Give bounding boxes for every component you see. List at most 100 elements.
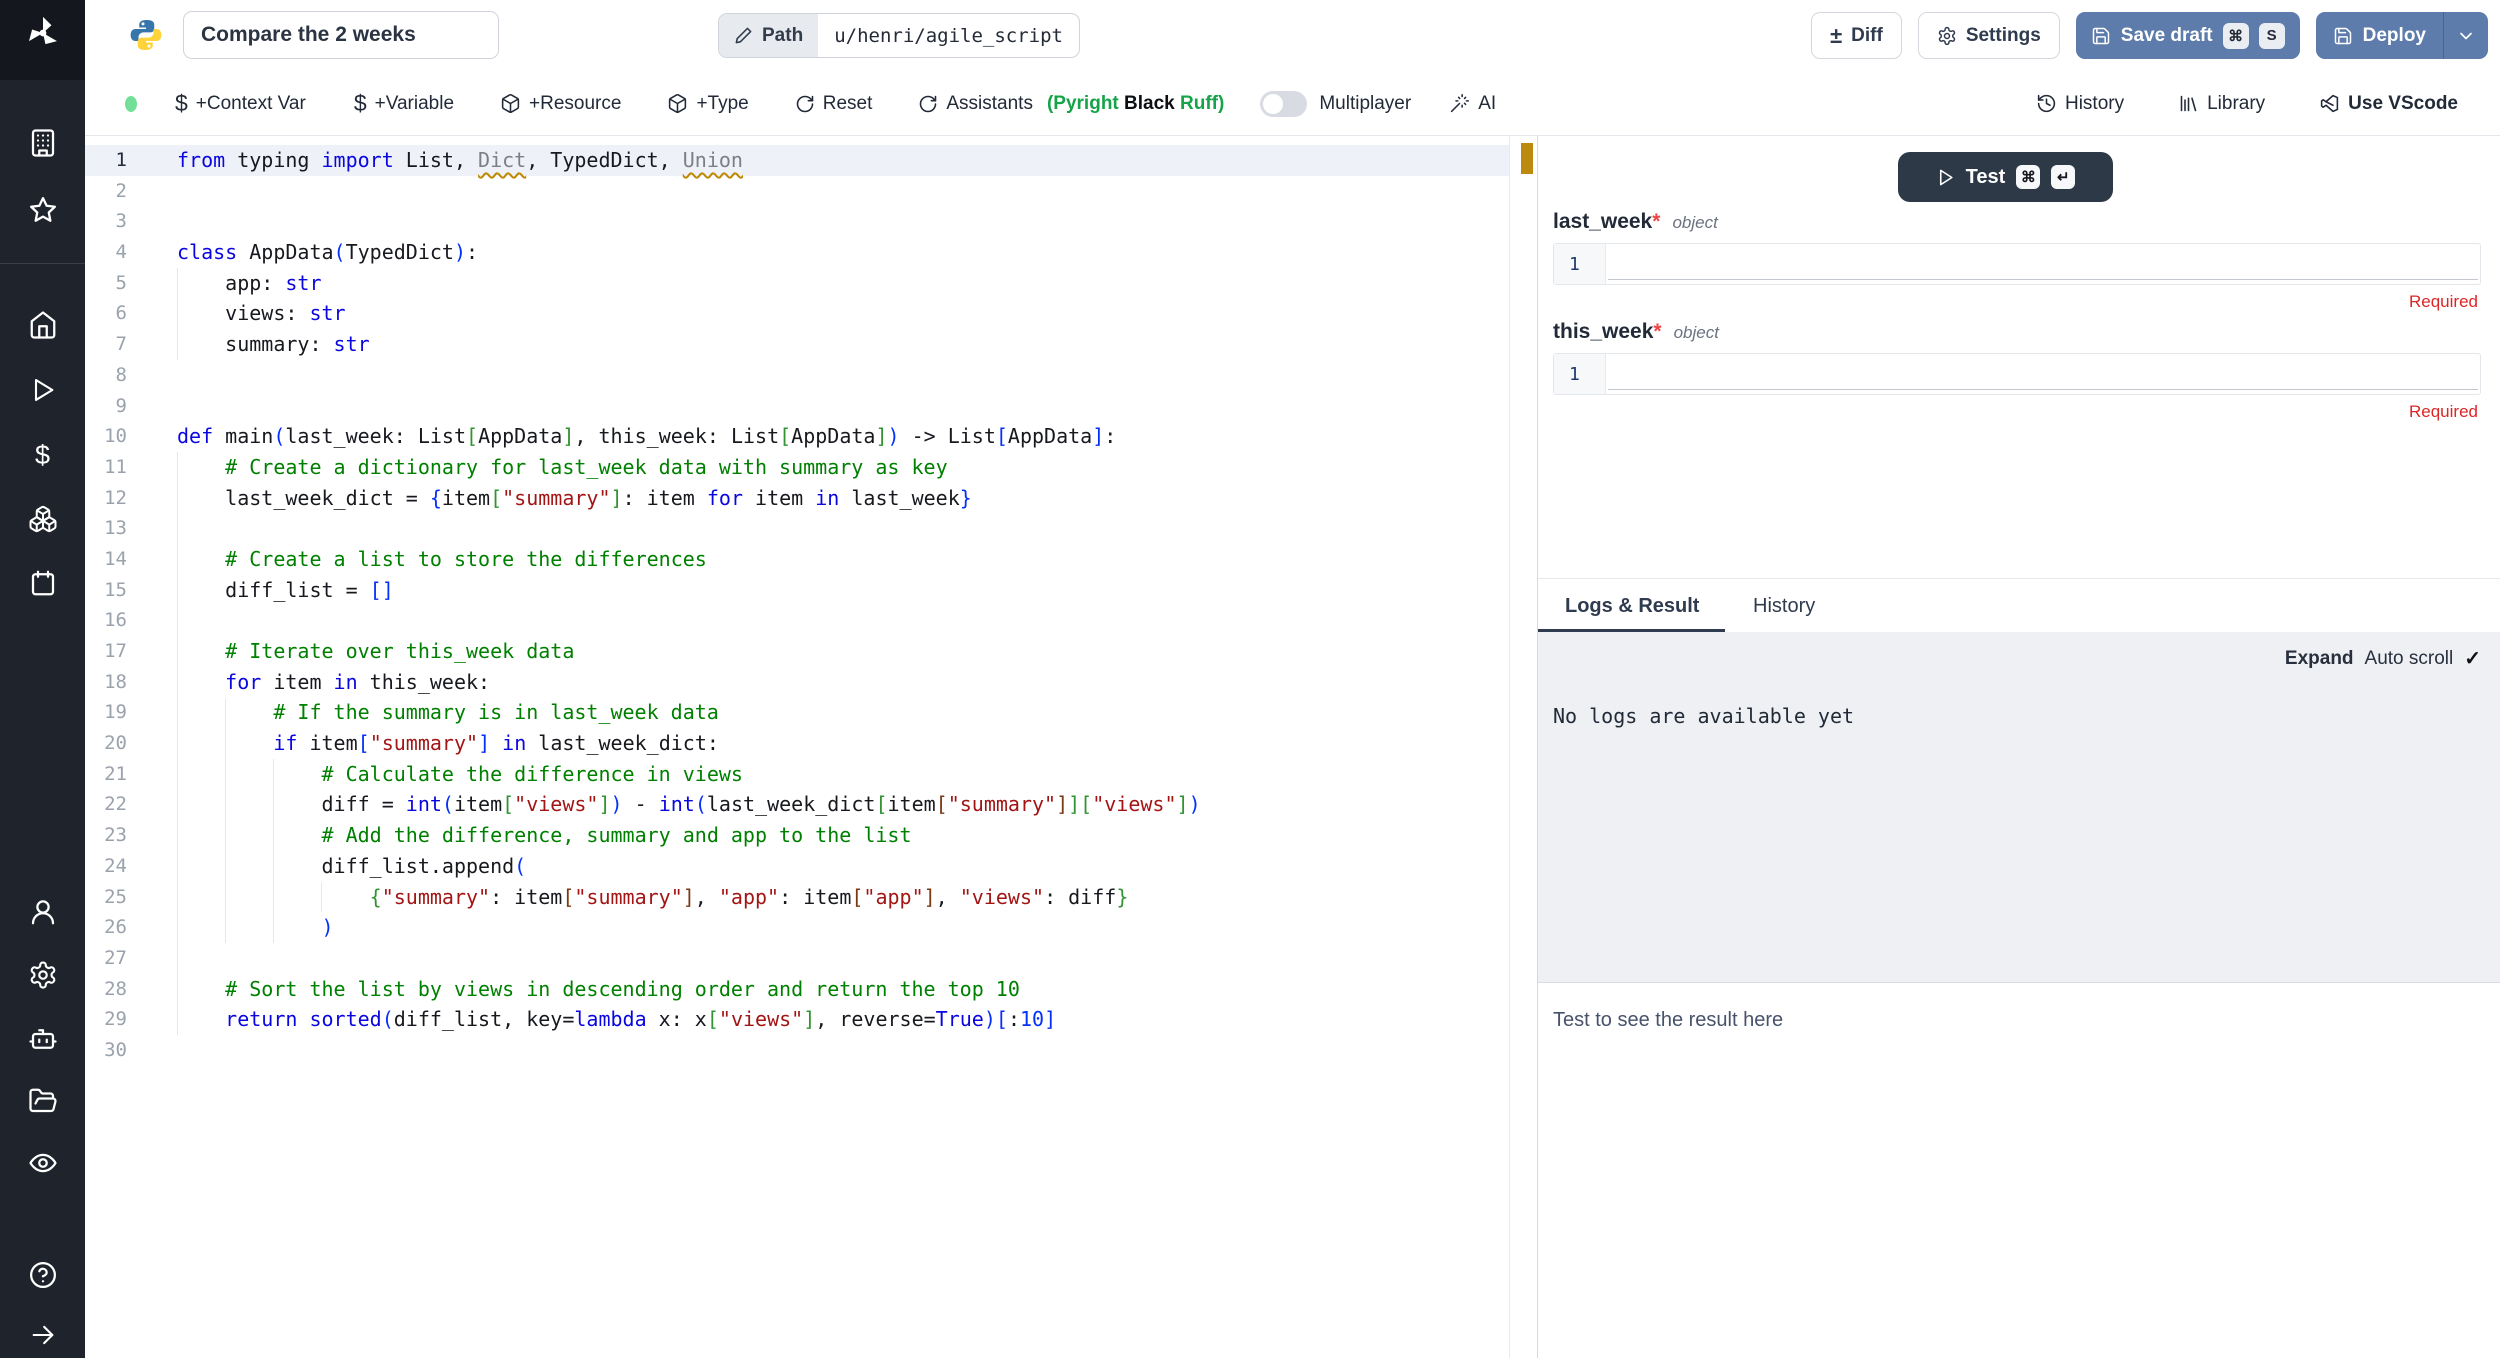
schedules-calendar-icon[interactable] [0, 563, 85, 603]
windmill-logo-icon[interactable] [0, 13, 85, 53]
code-editor[interactable]: 1234567891011121314151617181920212223242… [85, 136, 1535, 1358]
code-line[interactable]: # Add the difference, summary and app to… [177, 820, 1495, 851]
code-line[interactable]: summary: str [177, 329, 1495, 360]
deploy-save-icon [2333, 26, 2353, 46]
reset-button[interactable]: Reset [795, 93, 873, 115]
line-number: 19 [85, 697, 127, 728]
code-line[interactable]: diff_list.append( [177, 851, 1495, 882]
test-button[interactable]: Test ⌘ ↵ [1898, 152, 2113, 202]
variables-dollar-icon[interactable]: $ [0, 435, 85, 475]
code-line[interactable] [177, 360, 1495, 391]
field-label-last-week: last_week*object [1553, 210, 1718, 234]
input-edit-area[interactable] [1606, 244, 2480, 284]
code-line[interactable]: # Create a dictionary for last_week data… [177, 452, 1495, 483]
favorites-star-icon[interactable] [0, 190, 85, 230]
this-week-json-input[interactable]: 1 [1553, 353, 2481, 395]
required-message: Required [2409, 292, 2478, 312]
code-line[interactable]: # Create a list to store the differences [177, 544, 1495, 575]
vscode-icon [2319, 93, 2340, 114]
workspace-building-icon[interactable] [0, 123, 85, 163]
code-line[interactable] [177, 605, 1495, 636]
code-line[interactable]: diff = int(item["views"]) - int(last_wee… [177, 789, 1495, 820]
add-variable-button[interactable]: $ +Variable [354, 90, 454, 117]
history-button[interactable]: History [2036, 93, 2124, 115]
line-number: 2 [85, 176, 127, 207]
home-icon[interactable] [0, 305, 85, 345]
code-line[interactable]: views: str [177, 298, 1495, 329]
code-line[interactable]: app: str [177, 268, 1495, 299]
field-label-this-week: this_week*object [1553, 320, 1719, 344]
code-line[interactable]: diff_list = [] [177, 575, 1495, 606]
code-line[interactable]: # If the summary is in last_week data [177, 697, 1495, 728]
library-button[interactable]: Library [2178, 93, 2265, 115]
workers-bot-icon[interactable] [0, 1019, 85, 1059]
audit-eye-icon[interactable] [0, 1143, 85, 1183]
deploy-button[interactable]: Deploy [2316, 12, 2443, 59]
multiplayer-label: Multiplayer [1319, 93, 1411, 115]
multiplayer-toggle[interactable] [1260, 91, 1307, 117]
input-line-number: 1 [1554, 244, 1606, 284]
folders-icon[interactable] [0, 1081, 85, 1121]
line-number: 29 [85, 1004, 127, 1035]
input-edit-area[interactable] [1606, 354, 2480, 394]
resources-boxes-icon[interactable] [0, 499, 85, 539]
auto-scroll-toggle[interactable]: Auto scroll [2365, 648, 2454, 670]
add-resource-button[interactable]: +Resource [500, 93, 621, 115]
collapse-arrow-right-icon[interactable] [0, 1315, 85, 1355]
package-icon [667, 93, 688, 114]
magic-wand-icon [1449, 93, 1470, 114]
diff-button[interactable]: ± Diff [1811, 12, 1902, 59]
code-line[interactable] [177, 176, 1495, 207]
sidebar-divider [0, 263, 85, 264]
code-line[interactable]: # Sort the list by views in descending o… [177, 974, 1495, 1005]
save-draft-button[interactable]: Save draft ⌘ S [2076, 12, 2300, 59]
runs-play-icon[interactable] [0, 370, 85, 410]
add-resource-label: +Resource [529, 93, 621, 115]
code-line[interactable]: from typing import List, Dict, TypedDict… [177, 145, 1495, 176]
path-field[interactable]: Path u/henri/agile_script [718, 13, 1080, 58]
settings-gear-icon[interactable] [0, 955, 85, 995]
expand-button[interactable]: Expand [2285, 648, 2354, 670]
line-number: 23 [85, 820, 127, 851]
code-line[interactable]: # Iterate over this_week data [177, 636, 1495, 667]
code-line[interactable]: def main(last_week: List[AppData], this_… [177, 421, 1495, 452]
tab-history[interactable]: History [1753, 579, 1815, 633]
required-asterisk: * [1652, 210, 1660, 233]
users-person-icon[interactable] [0, 892, 85, 932]
warning-overview-mark [1521, 143, 1533, 174]
code-line[interactable]: class AppData(TypedDict): [177, 237, 1495, 268]
code-line[interactable]: {"summary": item["summary"], "app": item… [177, 882, 1495, 913]
code-line[interactable]: last_week_dict = {item["summary"]: item … [177, 483, 1495, 514]
tab-logs-result[interactable]: Logs & Result [1565, 579, 1699, 633]
ai-label: AI [1478, 93, 1496, 115]
add-context-var-button[interactable]: $ +Context Var [175, 90, 306, 117]
code-line[interactable]: ) [177, 912, 1495, 943]
line-number: 10 [85, 421, 127, 452]
code-lines[interactable]: from typing import List, Dict, TypedDict… [177, 145, 1495, 1066]
use-vscode-button[interactable]: Use VScode [2319, 93, 2458, 115]
rotate-cw-icon [918, 94, 938, 114]
line-number: 16 [85, 605, 127, 636]
code-line[interactable]: return sorted(diff_list, key=lambda x: x… [177, 1004, 1495, 1035]
code-line[interactable] [177, 1035, 1495, 1066]
script-title-input[interactable]: Compare the 2 weeks [183, 11, 499, 59]
code-line[interactable] [177, 513, 1495, 544]
ai-button[interactable]: AI [1449, 93, 1496, 115]
code-line[interactable] [177, 206, 1495, 237]
deploy-dropdown-button[interactable] [2444, 12, 2488, 59]
code-line[interactable] [177, 943, 1495, 974]
code-line[interactable]: if item["summary"] in last_week_dict: [177, 728, 1495, 759]
last-week-json-input[interactable]: 1 [1553, 243, 2481, 285]
code-line[interactable]: for item in this_week: [177, 667, 1495, 698]
settings-button[interactable]: Settings [1918, 12, 2060, 59]
path-label-segment[interactable]: Path [719, 14, 818, 57]
line-number: 9 [85, 391, 127, 422]
assistants-button[interactable]: Assistants [918, 93, 1033, 115]
add-type-button[interactable]: +Type [667, 93, 748, 115]
add-variable-label: +Variable [375, 93, 454, 115]
help-icon[interactable] [0, 1255, 85, 1295]
path-value[interactable]: u/henri/agile_script [818, 14, 1079, 57]
code-line[interactable]: # Calculate the difference in views [177, 759, 1495, 790]
code-line[interactable] [177, 391, 1495, 422]
check-icon[interactable]: ✓ [2464, 646, 2481, 671]
